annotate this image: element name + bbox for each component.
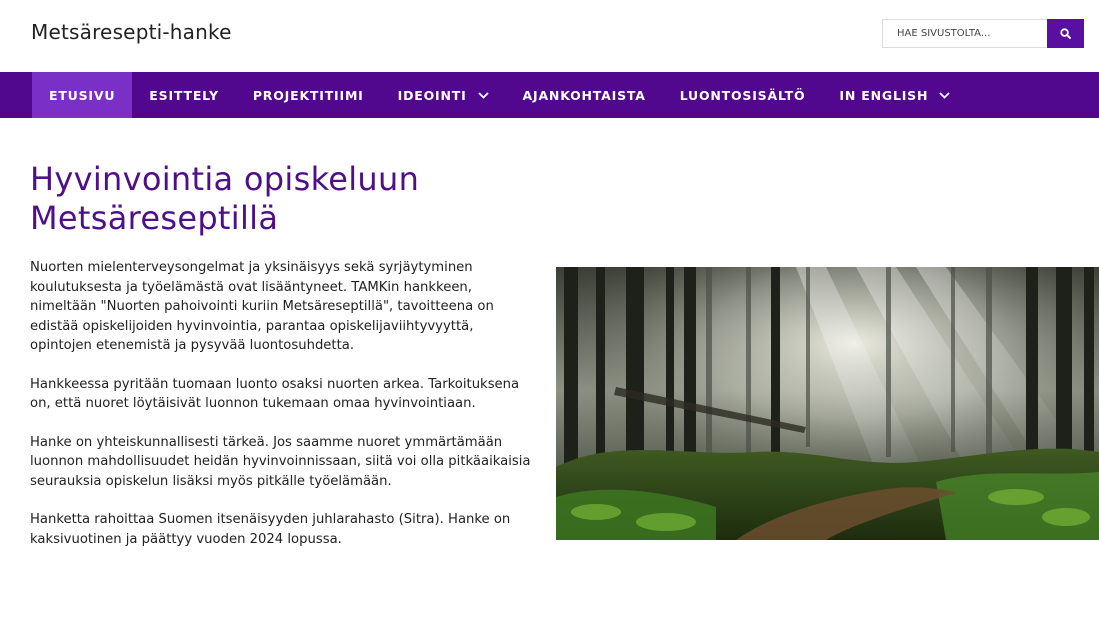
site-header: Metsäresepti-hanke <box>0 0 1099 72</box>
forest-image <box>556 267 1099 540</box>
page-title: Hyvinvointia opiskeluun Metsäreseptillä <box>30 160 420 237</box>
search-form <box>882 19 1084 48</box>
nav-item-label: PROJEKTITIIMI <box>252 87 364 103</box>
article-body: Nuorten mielenterveysongelmat ja yksinäi… <box>30 258 535 568</box>
paragraph: Hanketta rahoittaa Suomen itsenäisyyden … <box>30 512 511 547</box>
chevron-down-icon <box>477 91 489 99</box>
nav-item-in-english[interactable]: IN ENGLISH <box>822 72 967 118</box>
forest-illustration <box>556 267 1099 540</box>
paragraph: Hankkeessa pyritään tuomaan luonto osaks… <box>30 376 520 412</box>
nav-item-label: LUONTOSISÄLTÖ <box>679 87 806 103</box>
search-button[interactable] <box>1047 19 1084 48</box>
nav-item-ajankohtaista[interactable]: AJANKOHTAISTA <box>506 72 663 118</box>
nav-item-label: IDEOINTI <box>397 87 467 103</box>
nav-item-ideointi[interactable]: IDEOINTI <box>381 72 506 118</box>
nav-item-etusivu[interactable]: ETUSIVU <box>32 72 133 118</box>
nav-item-projektitiimi[interactable]: PROJEKTITIIMI <box>236 72 381 118</box>
search-icon <box>1060 28 1071 39</box>
nav-item-label: AJANKOHTAISTA <box>522 87 646 103</box>
search-input[interactable] <box>882 19 1047 48</box>
main-navigation: ETUSIVU ESITTELY PROJEKTITIIMI IDEOINTI … <box>0 72 1099 118</box>
nav-item-luontosisalto[interactable]: LUONTOSISÄLTÖ <box>663 72 823 118</box>
nav-item-esittely[interactable]: ESITTELY <box>132 72 236 118</box>
paragraph: Hanke on yhteiskunnallisesti tärkeä. Jos… <box>30 434 531 489</box>
nav-item-label: ESITTELY <box>149 87 219 103</box>
nav-item-label: ETUSIVU <box>49 87 116 103</box>
chevron-down-icon <box>939 91 950 99</box>
site-title[interactable]: Metsäresepti-hanke <box>31 20 232 44</box>
nav-item-label: IN ENGLISH <box>839 87 929 103</box>
paragraph: Nuorten mielenterveysongelmat ja yksinäi… <box>30 260 494 353</box>
